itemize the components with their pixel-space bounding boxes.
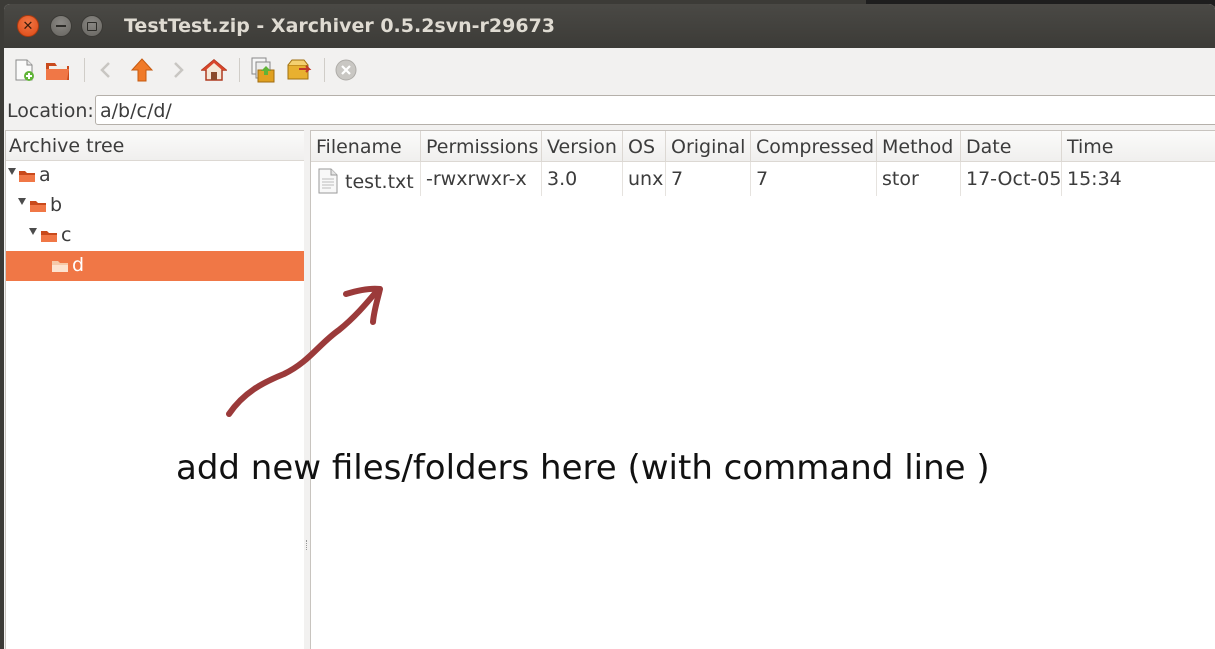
cell-os: unx <box>623 162 666 196</box>
cell-time: 15:34 <box>1067 168 1122 190</box>
cell-permissions: -rwxrwxr-x <box>421 162 542 196</box>
column-header-compressed[interactable]: Compressed <box>751 131 877 161</box>
folder-icon <box>30 201 46 212</box>
tree-item-label: c <box>61 224 72 246</box>
cell-date: 17-Oct-05 <box>961 162 1062 196</box>
text-file-icon <box>318 168 338 194</box>
toolbar-separator <box>239 58 240 82</box>
stop-icon <box>335 59 357 81</box>
cell-version: 3.0 <box>542 162 623 196</box>
column-header-date[interactable]: Date <box>961 131 1062 161</box>
back-icon <box>100 62 110 78</box>
open-archive-icon <box>46 63 69 80</box>
home-button[interactable] <box>200 56 228 84</box>
new-archive-icon <box>15 59 34 81</box>
extract-button[interactable] <box>248 56 276 84</box>
open-archive-button[interactable] <box>44 56 72 84</box>
location-bar: Location: a/b/c/d/ <box>4 92 1215 128</box>
annotation-arrow <box>226 285 383 417</box>
column-header-time[interactable]: Time <box>1062 131 1215 161</box>
extract-icon <box>251 57 275 83</box>
close-icon: ✕ <box>22 18 34 34</box>
home-icon <box>201 59 227 81</box>
archive-tree-header[interactable]: Archive tree <box>6 131 304 161</box>
tree-item-c[interactable]: c <box>6 221 304 251</box>
table-row[interactable]: test.txt -rwxrwxr-x 3.0 unx 7 7 stor 17-… <box>311 162 1215 196</box>
add-icon <box>287 59 312 80</box>
minimize-icon <box>56 25 66 27</box>
up-icon <box>130 58 154 82</box>
tree-item-label: b <box>50 194 63 216</box>
cell-compressed: 7 <box>751 162 877 196</box>
folder-icon <box>52 261 68 272</box>
location-input[interactable]: a/b/c/d/ <box>95 95 1215 125</box>
expander-down-icon[interactable] <box>29 228 37 235</box>
annotation-text: add new files/folders here (with command… <box>176 448 990 488</box>
folder-icon <box>41 231 57 242</box>
filename-text: test.txt <box>345 171 414 193</box>
forward-icon <box>174 62 184 78</box>
forward-button[interactable] <box>164 56 192 84</box>
column-header-permissions[interactable]: Permissions <box>421 131 542 161</box>
cell-filename: test.txt <box>311 162 421 196</box>
tree-item-label: d <box>72 254 85 276</box>
column-header-row: Filename Permissions Version OS Original… <box>311 131 1215 162</box>
column-header-os[interactable]: OS <box>623 131 666 161</box>
app-window: ✕ TestTest.zip - Xarchiver 0.5.2svn-r296… <box>4 4 1215 649</box>
toolbar-separator <box>324 58 325 82</box>
add-files-button[interactable] <box>285 56 313 84</box>
back-button[interactable] <box>92 56 120 84</box>
expander-down-icon[interactable] <box>18 198 26 205</box>
column-header-method[interactable]: Method <box>877 131 961 161</box>
minimize-window-button[interactable] <box>50 15 72 37</box>
expander-down-icon[interactable] <box>8 168 16 175</box>
tree-item-d[interactable]: d <box>6 251 304 281</box>
toolbar-separator <box>84 58 85 82</box>
title-bar[interactable]: ✕ TestTest.zip - Xarchiver 0.5.2svn-r296… <box>4 4 1215 48</box>
tree-item-b[interactable]: b <box>6 191 304 221</box>
column-header-filename[interactable]: Filename <box>311 131 421 161</box>
column-header-original[interactable]: Original <box>666 131 751 161</box>
toolbar <box>4 48 1215 92</box>
cell-original: 7 <box>666 162 751 196</box>
splitter-grip-icon <box>306 540 309 550</box>
new-archive-button[interactable] <box>10 56 38 84</box>
tree-item-label: a <box>39 164 51 186</box>
window-title: TestTest.zip - Xarchiver 0.5.2svn-r29673 <box>124 15 556 37</box>
column-header-version[interactable]: Version <box>542 131 623 161</box>
file-list-pane: Filename Permissions Version OS Original… <box>310 130 1215 649</box>
location-label: Location: <box>7 100 94 122</box>
up-button[interactable] <box>128 56 156 84</box>
stop-button[interactable] <box>332 56 360 84</box>
close-window-button[interactable]: ✕ <box>17 15 39 37</box>
maximize-window-button[interactable] <box>81 15 103 37</box>
folder-icon <box>19 171 35 182</box>
cell-method: stor <box>877 162 961 196</box>
maximize-icon <box>87 21 97 31</box>
tree-item-a[interactable]: a <box>6 161 304 191</box>
